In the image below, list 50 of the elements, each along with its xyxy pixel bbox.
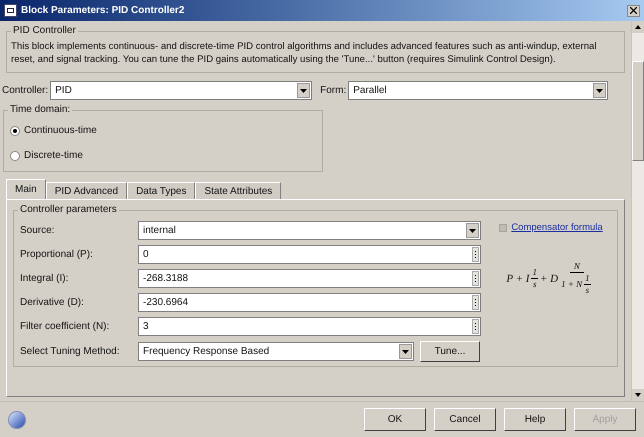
toggle-square-icon[interactable] (499, 224, 508, 232)
scrollbar[interactable] (631, 21, 644, 401)
ellipsis-handle-icon (472, 295, 479, 310)
scroll-down-icon[interactable] (632, 389, 644, 401)
compensator-formula-link[interactable]: Compensator formula (511, 221, 603, 236)
controller-label: Controller: (2, 84, 48, 98)
formula-term: + D (540, 272, 558, 286)
radio-option[interactable]: Continuous-time (10, 123, 316, 138)
parameter-label: Filter coefficient (N): (20, 320, 110, 334)
input-field[interactable]: -230.6964 (138, 293, 481, 312)
input-field[interactable]: 3 (138, 317, 481, 336)
parameter-label: Derivative (D): (20, 296, 85, 310)
tab[interactable]: State Attributes (195, 182, 282, 199)
formula-numerator: 1 (531, 267, 538, 280)
radio-option[interactable]: Discrete-time (10, 148, 316, 163)
form-label: Form: (320, 84, 346, 98)
controller-dropdown[interactable]: PID (50, 81, 312, 100)
input-field[interactable]: 0 (138, 245, 481, 264)
window-title: Block Parameters: PID Controller2 (21, 4, 186, 18)
form-dropdown[interactable]: Parallel (348, 81, 608, 100)
dialog-button[interactable]: OK (364, 408, 426, 431)
dialog-button[interactable]: Help (504, 408, 566, 431)
help-globe-icon[interactable] (8, 410, 26, 428)
tab[interactable]: Main (6, 179, 46, 199)
parameter-label: Select Tuning Method: (20, 345, 121, 359)
window-icon (4, 4, 17, 17)
formula-numerator: N (570, 261, 584, 274)
group-title: Controller parameters (18, 204, 119, 216)
source-dropdown[interactable]: internal (138, 221, 481, 240)
tune-button[interactable]: Tune... (420, 341, 480, 362)
parameter-label: Source: (20, 224, 56, 238)
close-button[interactable] (627, 4, 640, 16)
dialog-button[interactable]: Cancel (434, 408, 496, 431)
tab[interactable]: Data Types (127, 182, 196, 199)
ellipsis-handle-icon (472, 271, 479, 286)
scroll-thumb[interactable] (632, 61, 644, 161)
scroll-up-icon[interactable] (632, 21, 644, 33)
formula-denominator: s (586, 285, 590, 296)
parameter-label: Proportional (P): (20, 248, 94, 262)
ellipsis-handle-icon (472, 319, 479, 334)
tab[interactable]: PID Advanced (46, 182, 128, 199)
formula-denominator: 1 + N (561, 279, 582, 290)
formula-denominator: s (532, 279, 536, 290)
parameter-label: Integral (I): (20, 272, 70, 286)
tuning-method-dropdown[interactable]: Frequency Response Based (138, 342, 414, 361)
formula-term: P + I (506, 272, 530, 286)
input-field[interactable]: -268.3188 (138, 269, 481, 288)
ellipsis-handle-icon (472, 247, 479, 262)
formula-numerator: 1 (584, 273, 591, 286)
description: This block implements continuous- and discrete-time PID control algorithms and includes advanced features such as anti-windup, external reset, and signal tracking. You can tune the PID gains automatically using the 'Tune...' button (requires Simulink Control Design). (11, 40, 598, 66)
